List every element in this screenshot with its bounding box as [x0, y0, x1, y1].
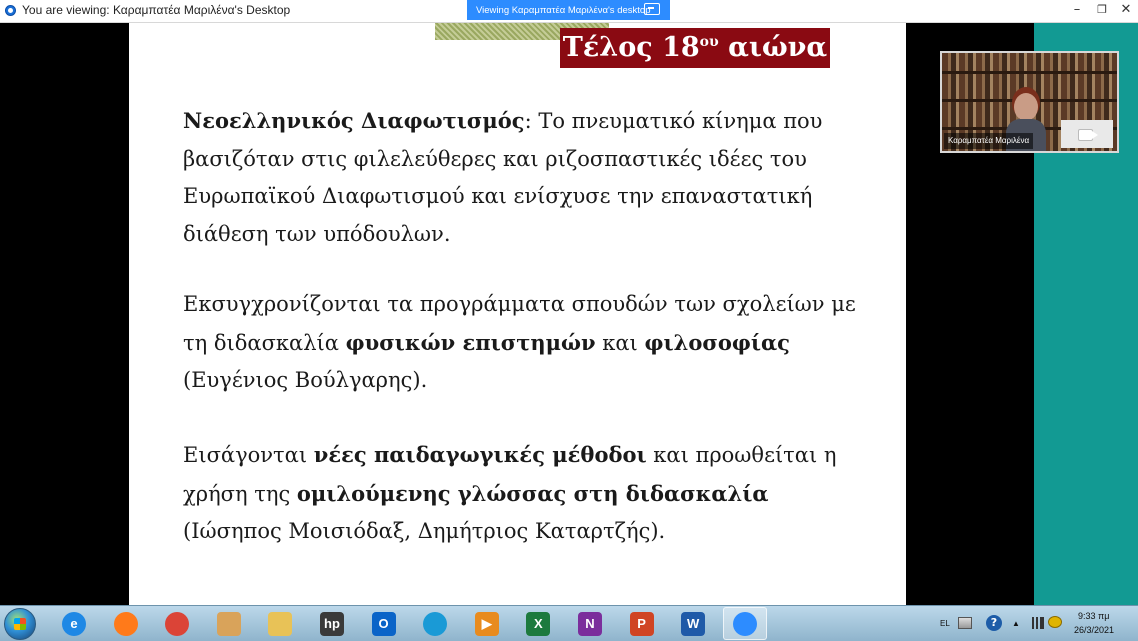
viewing-badge-label: Viewing Καραμπατέα Μαριλένα's desktop: [476, 5, 651, 16]
windows-logo-icon: [14, 618, 26, 630]
slide-title-main: Τέλος 18: [562, 32, 700, 63]
paragraph-2-bold-a: φυσικών επιστημών: [345, 329, 596, 355]
media-player-icon: ▶: [474, 611, 499, 636]
participant-video-tile[interactable]: Καραμπατέα Μαριλένα: [940, 51, 1119, 153]
screen-share-icon: [644, 3, 660, 15]
paragraph-3-bold-a: νέες παιδαγωγικές μέθοδοι: [313, 442, 647, 467]
slide-title: Τέλος 18ου αιώνα: [560, 28, 830, 68]
presentation-slide: Τέλος 18ου αιώνα Νεοελληνικός Διαφωτισμό…: [129, 23, 906, 605]
network-signal-icon[interactable]: [1030, 617, 1044, 629]
paint-icon: [216, 611, 241, 636]
keyboard-icon[interactable]: [958, 617, 972, 629]
file-explorer-icon: [268, 611, 293, 636]
edge-icon: [423, 611, 448, 636]
paragraph-3-text-a: Εισάγονται: [183, 443, 314, 467]
slide-title-end: αιώνα: [718, 32, 828, 63]
slide-title-superscript: ου: [699, 34, 719, 50]
window-title: You are viewing: Καραμπατέα Μαριλένα's D…: [22, 3, 291, 17]
taskbar-hp-button[interactable]: hp: [310, 607, 354, 640]
help-icon[interactable]: ?: [986, 615, 1002, 631]
firefox-icon: [113, 611, 138, 636]
participant-head: [1014, 93, 1038, 121]
powerpoint-icon: P: [629, 611, 654, 636]
taskbar-internet-explorer-button[interactable]: e: [52, 607, 96, 640]
taskbar-file-explorer-button[interactable]: [258, 607, 302, 640]
chrome-icon: [165, 611, 190, 636]
paragraph-3-text-c: (Ιώσηπος Μοισιόδαξ, Δημήτριος Καταρτζής)…: [183, 519, 666, 543]
taskbar-paint-button[interactable]: [207, 607, 251, 640]
start-button[interactable]: [4, 608, 36, 640]
internet-explorer-icon: e: [62, 611, 86, 636]
taskbar-word-button[interactable]: W: [671, 607, 715, 640]
video-camera-icon: [1078, 129, 1098, 141]
excel-icon: X: [526, 611, 551, 636]
slide-paragraph-1: Νεοελληνικός Διαφωτισμός: Το πνευματικό …: [183, 102, 863, 253]
taskbar-media-player-button[interactable]: ▶: [465, 607, 509, 640]
camera-button[interactable]: [1061, 120, 1113, 148]
term-neohellenic-enlightenment: Νεοελληνικός Διαφωτισμός: [183, 108, 525, 133]
word-icon: W: [681, 611, 706, 636]
taskbar-edge-button[interactable]: [413, 607, 457, 640]
close-button[interactable]: ✕: [1114, 2, 1138, 17]
viewing-desktop-badge[interactable]: Viewing Καραμπατέα Μαριλένα's desktop: [467, 0, 670, 20]
taskbar-zoom-button[interactable]: [722, 607, 767, 640]
paragraph-2-text-b: και: [595, 330, 645, 355]
bookshelf-line: [942, 71, 1117, 74]
taskbar-powerpoint-button[interactable]: P: [620, 607, 664, 640]
taskbar-onenote-button[interactable]: N: [568, 607, 612, 640]
onenote-icon: N: [578, 611, 602, 636]
taskbar-outlook-button[interactable]: O: [362, 607, 406, 640]
outlook-icon: O: [371, 611, 396, 636]
paragraph-2-text-c: (Ευγένιος Βούλγαρης).: [183, 368, 428, 392]
taskbar-chrome-button[interactable]: [155, 607, 199, 640]
hp-icon: hp: [320, 611, 344, 636]
window-titlebar: You are viewing: Καραμπατέα Μαριλένα's D…: [0, 0, 1138, 23]
taskbar-firefox-button[interactable]: [104, 607, 148, 640]
zoom-icon: [732, 611, 757, 636]
slide-paragraph-3: Εισάγονται νέες παιδαγωγικές μέθοδοι και…: [183, 436, 863, 551]
taskbar-excel-button[interactable]: X: [516, 607, 560, 640]
paragraph-3-bold-b: ομιλούμενης γλώσσας στη διδασκαλία: [296, 480, 769, 506]
participant-name: Καραμπατέα Μαριλένα: [944, 133, 1034, 149]
language-indicator[interactable]: EL: [940, 619, 950, 628]
slide-paragraph-2: Εκσυγχρονίζονται τα προγράμματα σπουδών …: [183, 286, 863, 400]
clock-time[interactable]: 9:33 πμ: [1078, 611, 1109, 621]
clock-date[interactable]: 26/3/2021: [1074, 625, 1114, 635]
paragraph-2-bold-b: φιλοσοφίας: [644, 329, 790, 355]
restore-button[interactable]: ❐: [1090, 3, 1114, 16]
zoom-app-icon: [5, 5, 16, 16]
minimize-button[interactable]: –: [1065, 2, 1089, 17]
windows-taskbar: e hp O ▶ X N P W EL ? ▲: [0, 605, 1138, 641]
show-hidden-icons-arrow-icon[interactable]: ▲: [1012, 619, 1020, 628]
notification-icon[interactable]: [1048, 616, 1062, 628]
